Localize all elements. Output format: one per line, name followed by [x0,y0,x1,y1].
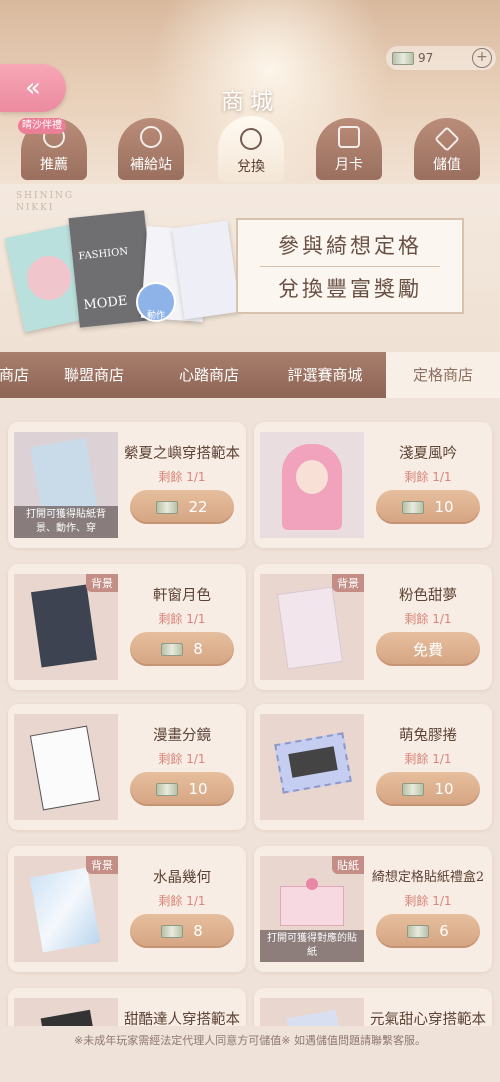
buy-button[interactable]: 免費 [376,632,480,666]
promo-badge: 晴沙伴禮 [18,118,66,134]
brand-watermark: SHINING NIKKI [16,191,75,213]
item-tag: 背景 [86,574,118,592]
tab-supply[interactable]: 補給站 [118,118,184,180]
item-price: 10 [434,498,454,516]
buy-button[interactable]: 6 [376,914,480,948]
item-price: 免費 [412,640,443,659]
item-remaining: 剩餘 1/1 [404,752,452,766]
item-price: 10 [188,780,208,798]
item-thumbnail [14,714,118,820]
sticker-sheet [171,220,241,320]
currency-counter: 97 + [386,46,496,70]
item-remaining: 剩餘 1/1 [158,612,206,626]
item-remaining: 剩餘 1/1 [404,894,452,908]
tab-label: 兌換 [237,159,265,175]
subtab-shop[interactable]: 商店 [0,352,34,398]
footer-notice: ※未成年玩家需經法定代理人同意方可儲值※ 如遇儲值問題請聯繫客服。 [0,1026,500,1082]
item-remaining: 剩餘 1/1 [158,752,206,766]
banknote-icon [402,500,425,514]
banknote-icon [161,642,184,656]
shop-item-card[interactable]: 萌兔膠捲 剩餘 1/1 10 [254,704,492,830]
item-name: 水晶幾何 [153,870,211,886]
banknote-icon [407,924,430,938]
banknote-icon [402,782,425,796]
item-name: 萌兔膠捲 [399,728,457,744]
tab-topup[interactable]: 儲值 [414,118,480,180]
add-currency-button[interactable]: + [472,48,492,68]
item-price: 6 [439,922,449,940]
shop-item-card[interactable]: 背景 軒窗月色 剩餘 1/1 8 [8,564,246,690]
banner-headline: 參與綺想定格 兌換豐富獎勵 [236,218,464,314]
exchange-icon [240,128,262,150]
event-banner[interactable]: SHINING NIKKI FASHION MODE 動作 參與綺想定格 兌換豐富… [0,184,500,352]
item-price: 22 [188,498,208,516]
subtab-snapshot-shop[interactable]: 定格商店 [386,352,500,398]
item-price: 8 [193,640,203,658]
item-thumbnail: 貼紙 打開可獲得對應的貼紙 [260,856,364,962]
item-thumbnail: 打開可獲得貼紙背景、動作、穿 [14,432,118,538]
item-remaining: 剩餘 1/1 [158,470,206,484]
buy-button[interactable]: 8 [130,632,234,666]
tab-label: 儲值 [433,157,461,173]
tab-label: 推薦 [40,157,68,173]
item-thumbnail: 背景 [260,574,364,680]
tab-monthly-card[interactable]: 月卡 [316,118,382,180]
tab-label: 補給站 [130,157,172,173]
banknote-icon [156,782,179,796]
item-price: 8 [193,922,203,940]
item-tag: 背景 [86,856,118,874]
shop-item-card[interactable]: 背景 粉色甜夢 剩餘 1/1 免費 [254,564,492,690]
buy-button[interactable]: 10 [130,772,234,806]
item-thumbnail [260,432,364,538]
item-grid: 打開可獲得貼紙背景、動作、穿 縈夏之嶼穿搭範本 剩餘 1/1 22 淺夏風吟 剩… [0,398,500,1082]
item-remaining: 剩餘 1/1 [404,470,452,484]
buy-button[interactable]: 10 [376,772,480,806]
item-name: 漫畫分鏡 [153,728,211,744]
item-name: 縈夏之嶼穿搭範本 [124,446,240,462]
banknote-icon [161,924,184,938]
currency-amount: 97 [418,51,434,65]
item-name: 綺想定格貼紙禮盒2 [371,870,485,885]
shop-item-card[interactable]: 漫畫分鏡 剩餘 1/1 10 [8,704,246,830]
item-tag: 貼紙 [332,856,364,874]
item-thumbnail [260,714,364,820]
banknote-icon [392,51,414,65]
item-name: 軒窗月色 [153,588,211,604]
banknote-icon [156,500,179,514]
page-title: 商城 [221,89,279,115]
item-price: 10 [434,780,454,798]
item-thumbnail: 背景 [14,574,118,680]
shop-item-card[interactable]: 貼紙 打開可獲得對應的貼紙 綺想定格貼紙禮盒2 剩餘 1/1 6 [254,846,492,972]
shop-subtabs: 商店 聯盟商店 心踏商店 評選賽商城 定格商店 [0,352,500,398]
calendar-icon [338,126,360,148]
clock-icon [140,126,162,148]
subtab-alliance-shop[interactable]: 聯盟商店 [40,352,148,398]
item-hint: 打開可獲得對應的貼紙 [260,930,364,962]
diamond-icon [434,126,460,152]
item-tag: 背景 [332,574,364,592]
buy-button[interactable]: 8 [130,914,234,948]
shop-item-card[interactable]: 打開可獲得貼紙背景、動作、穿 縈夏之嶼穿搭範本 剩餘 1/1 22 [8,422,246,548]
item-hint: 打開可獲得貼紙背景、動作、穿 [14,506,118,538]
item-remaining: 剩餘 1/1 [158,894,206,908]
banner-line1: 參與綺想定格 [278,233,422,258]
item-name: 淺夏風吟 [399,446,457,462]
shop-item-card[interactable]: 背景 水晶幾何 剩餘 1/1 8 [8,846,246,972]
buy-button[interactable]: 22 [130,490,234,524]
subtab-heart-shop[interactable]: 心踏商店 [155,352,263,398]
subtab-contest-shop[interactable]: 評選賽商城 [270,352,380,398]
tab-label: 月卡 [335,157,363,173]
item-name: 粉色甜夢 [399,588,457,604]
action-badge: 動作 [136,282,176,322]
tab-exchange[interactable]: 兌換 [218,116,284,182]
banner-line2: 兌換豐富獎勵 [278,276,422,301]
main-tabs: 推薦 補給站 兌換 月卡 儲值 [0,116,500,184]
shop-item-card[interactable]: 淺夏風吟 剩餘 1/1 10 [254,422,492,548]
item-remaining: 剩餘 1/1 [404,612,452,626]
buy-button[interactable]: 10 [376,490,480,524]
item-thumbnail: 背景 [14,856,118,962]
